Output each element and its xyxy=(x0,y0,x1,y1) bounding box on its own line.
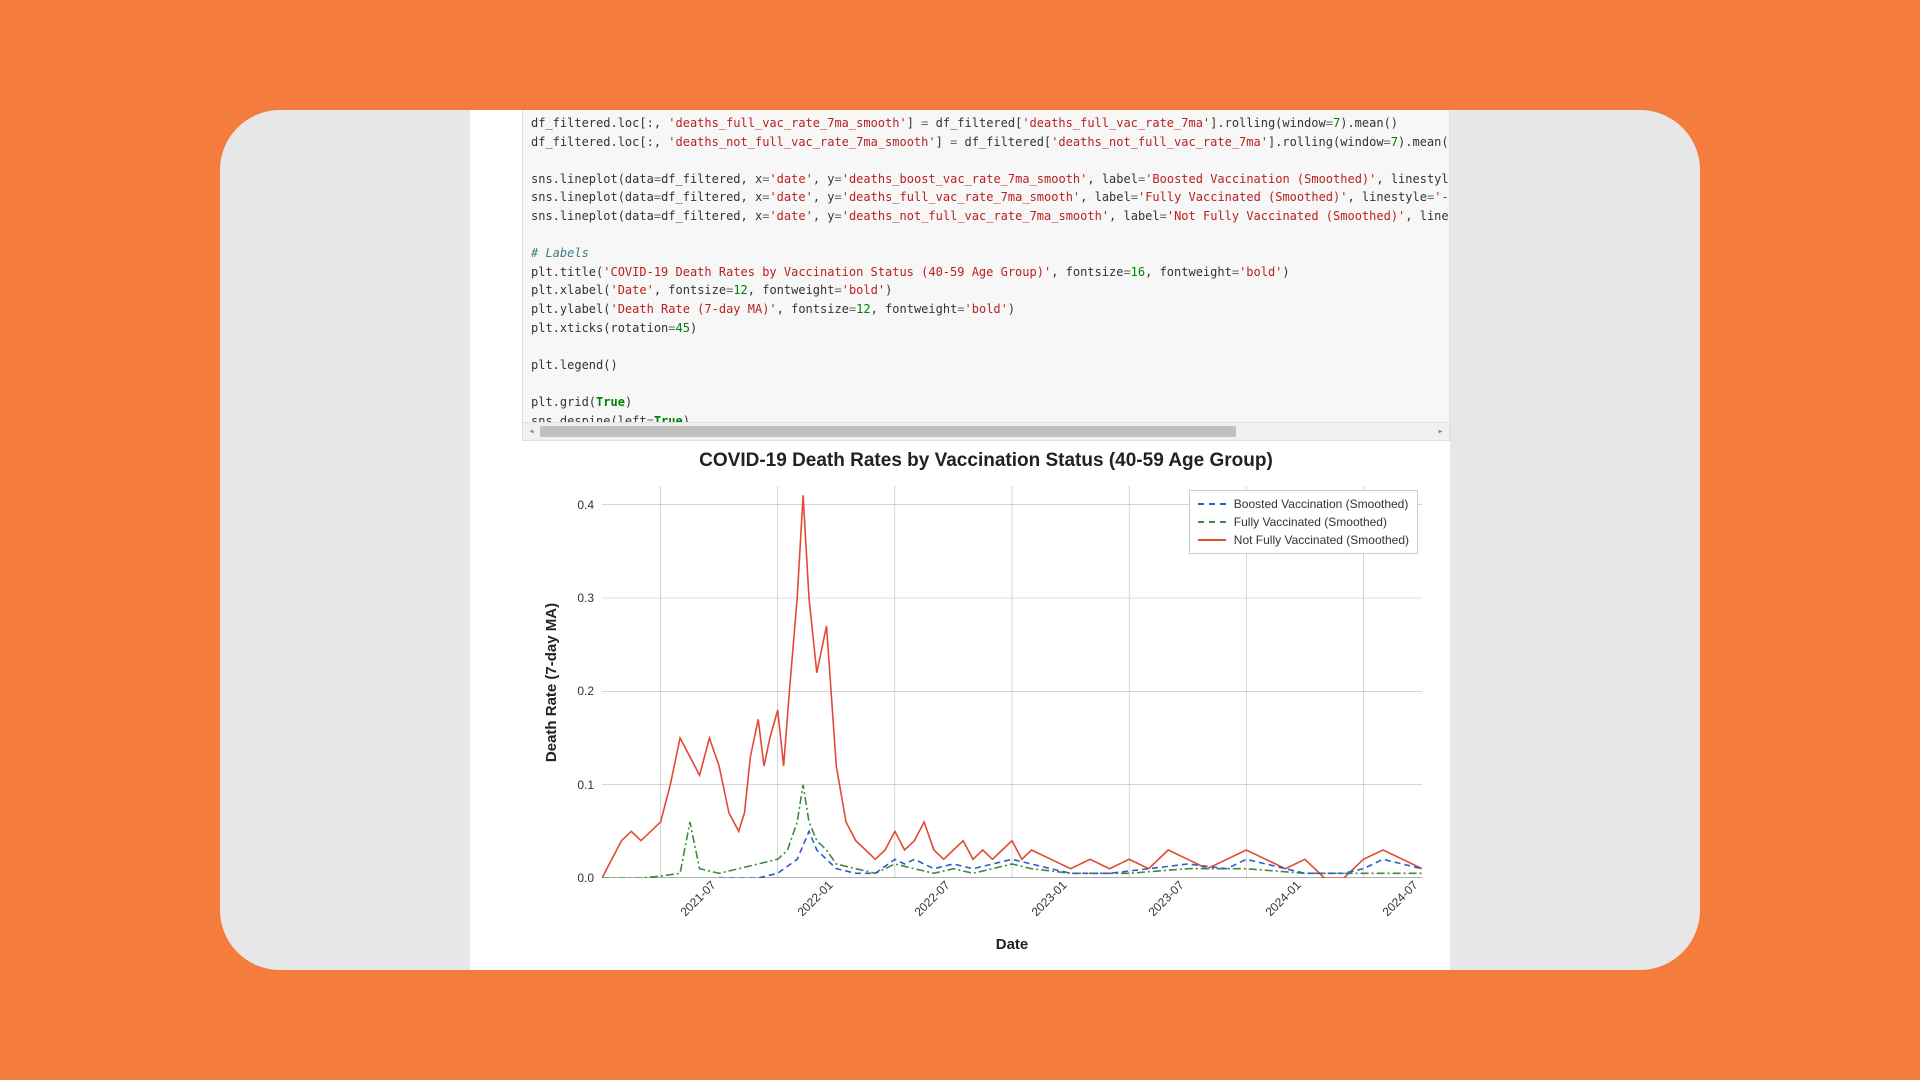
notebook-gutter xyxy=(470,110,522,970)
ytick-label: 0.1 xyxy=(577,778,594,792)
ytick-label: 0.0 xyxy=(577,871,594,885)
legend-entry: Fully Vaccinated (Smoothed) xyxy=(1198,513,1409,531)
xtick-label: 2023-07 xyxy=(1146,878,1187,919)
xtick-label: 2022-01 xyxy=(794,878,835,919)
xtick-label: 2023-01 xyxy=(1029,878,1070,919)
ytick-label: 0.3 xyxy=(577,591,594,605)
plot-ylabel: Death Rate (7-day MA) xyxy=(542,486,562,878)
scroll-thumb[interactable] xyxy=(540,426,1236,437)
xtick-label: 2024-07 xyxy=(1380,878,1421,919)
xtick-label: 2021-07 xyxy=(677,878,718,919)
xtick-label: 2024-01 xyxy=(1263,878,1304,919)
ytick-label: 0.2 xyxy=(577,684,594,698)
plot-legend: Boosted Vaccination (Smoothed) Fully Vacc… xyxy=(1189,490,1418,554)
legend-label: Fully Vaccinated (Smoothed) xyxy=(1234,515,1387,529)
plot-output: COVID-19 Death Rates by Vaccination Stat… xyxy=(522,444,1450,970)
legend-entry: Not Fully Vaccinated (Smoothed) xyxy=(1198,531,1409,549)
legend-entry: Boosted Vaccination (Smoothed) xyxy=(1198,495,1409,513)
ytick-label: 0.4 xyxy=(577,498,594,512)
legend-label: Not Fully Vaccinated (Smoothed) xyxy=(1234,533,1409,547)
legend-label: Boosted Vaccination (Smoothed) xyxy=(1234,497,1409,511)
notebook-panel: df_filtered.loc[:, 'deaths_full_vac_rate… xyxy=(470,110,1450,970)
scroll-left-icon[interactable]: ◂ xyxy=(523,423,540,440)
legend-swatch xyxy=(1198,521,1226,523)
scroll-right-icon[interactable]: ▸ xyxy=(1432,423,1449,440)
plot-axes: 0.00.10.20.30.42021-072022-012022-072023… xyxy=(602,486,1422,878)
horizontal-scrollbar[interactable]: ◂ ▸ xyxy=(523,422,1449,440)
legend-swatch xyxy=(1198,539,1226,541)
code-cell[interactable]: df_filtered.loc[:, 'deaths_full_vac_rate… xyxy=(522,110,1450,441)
plot-xlabel: Date xyxy=(602,936,1422,953)
window-frame: df_filtered.loc[:, 'deaths_full_vac_rate… xyxy=(220,110,1700,970)
legend-swatch xyxy=(1198,503,1226,505)
plot-title: COVID-19 Death Rates by Vaccination Stat… xyxy=(522,450,1450,472)
scroll-track[interactable] xyxy=(540,426,1432,437)
xtick-label: 2022-07 xyxy=(911,878,952,919)
code-text[interactable]: df_filtered.loc[:, 'deaths_full_vac_rate… xyxy=(523,110,1449,441)
